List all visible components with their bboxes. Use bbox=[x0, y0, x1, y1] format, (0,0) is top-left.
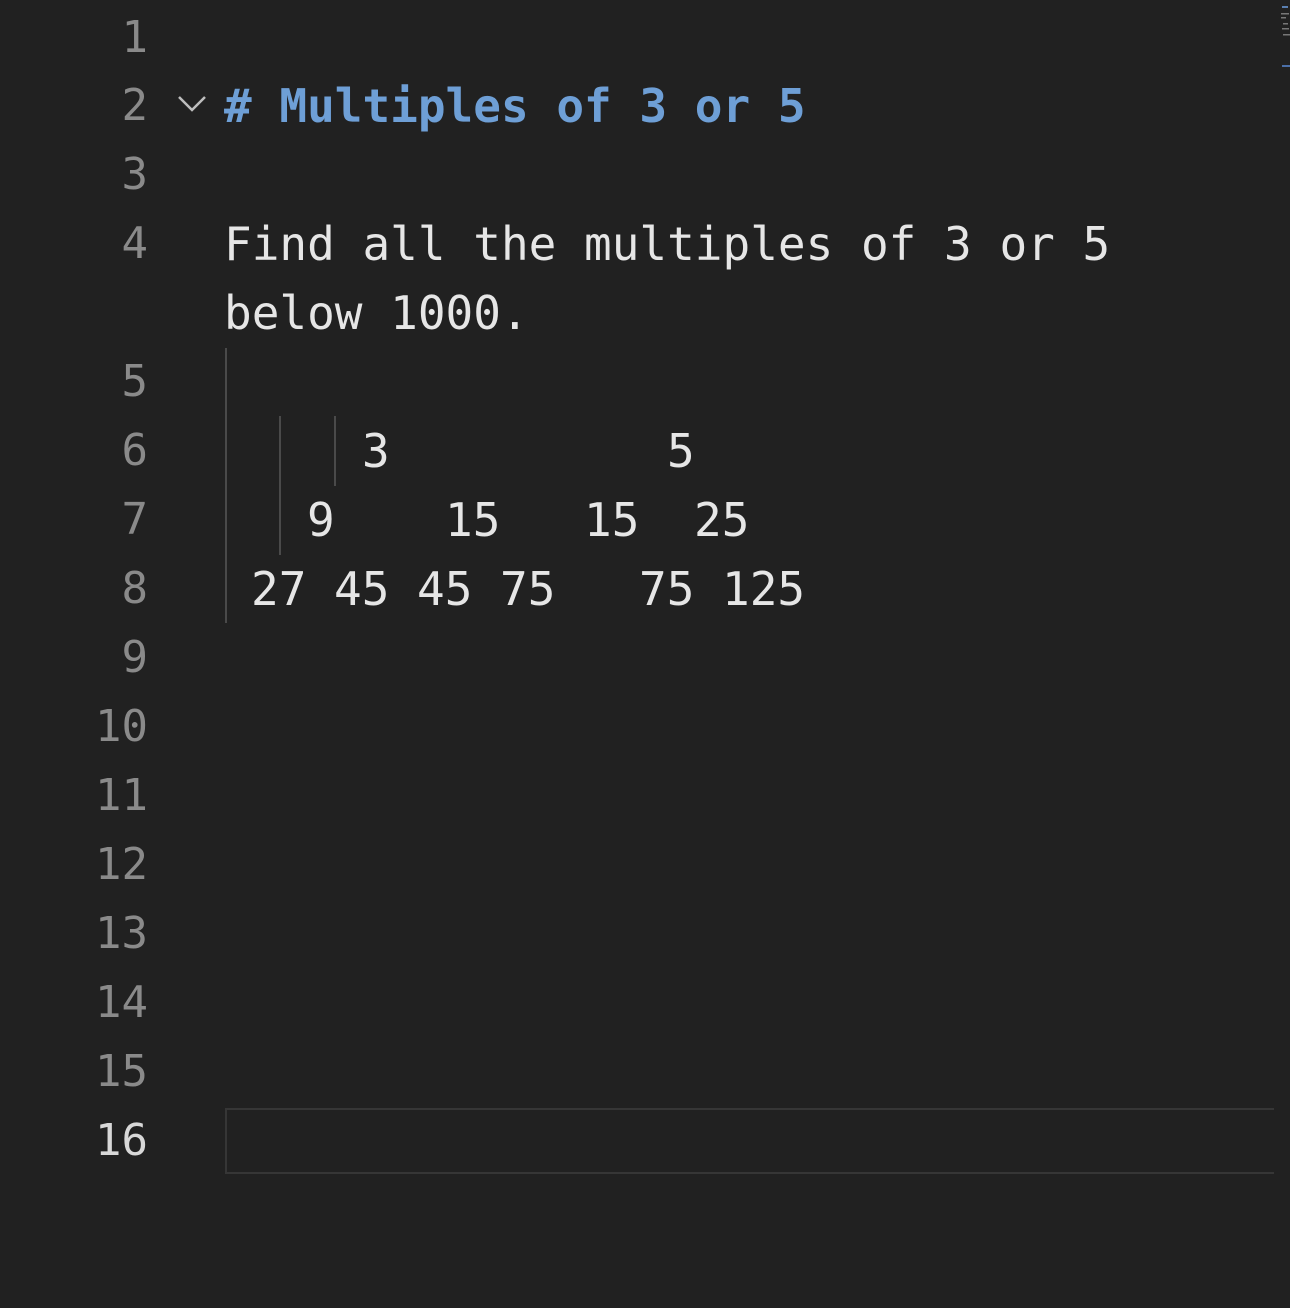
line-number: 11 bbox=[95, 770, 148, 821]
tree-value: 9 bbox=[307, 493, 335, 547]
tree-value: 125 bbox=[722, 562, 806, 616]
paragraph-line-1: Find all the multiples of 3 or 5 bbox=[224, 217, 1111, 271]
tree-value: 45 bbox=[417, 562, 473, 616]
line-number-current: 16 bbox=[95, 1115, 148, 1166]
tree-value: 3 bbox=[362, 424, 390, 478]
tree-value: 25 bbox=[694, 493, 750, 547]
indent-guide bbox=[225, 348, 227, 623]
markdown-heading: # Multiples of 3 or 5 bbox=[224, 79, 806, 133]
tree-value: 15 bbox=[445, 493, 501, 547]
line-number: 15 bbox=[95, 1046, 148, 1097]
line-number: 9 bbox=[121, 632, 149, 683]
line-number: 1 bbox=[121, 12, 149, 63]
tree-value: 27 bbox=[251, 562, 307, 616]
chevron-down-icon[interactable] bbox=[176, 91, 208, 117]
tree-value: 75 bbox=[639, 562, 695, 616]
current-line-highlight[interactable] bbox=[225, 1108, 1274, 1174]
line-number: 14 bbox=[95, 977, 148, 1028]
line-number: 2 bbox=[121, 80, 149, 131]
indent-guide bbox=[279, 416, 281, 555]
tree-value: 75 bbox=[500, 562, 556, 616]
line-number: 5 bbox=[121, 356, 149, 407]
indent-guide bbox=[334, 416, 336, 486]
tree-value: 45 bbox=[334, 562, 390, 616]
tree-value: 5 bbox=[667, 424, 695, 478]
minimap[interactable] bbox=[1281, 4, 1290, 74]
line-number: 10 bbox=[95, 701, 148, 752]
line-number: 6 bbox=[121, 425, 149, 476]
code-editor[interactable]: 1 2 3 4 5 6 7 8 9 10 11 12 13 14 15 16 #… bbox=[0, 0, 1290, 1308]
line-number: 3 bbox=[121, 149, 149, 200]
tree-value: 15 bbox=[584, 493, 640, 547]
line-number: 4 bbox=[121, 218, 149, 269]
line-number: 7 bbox=[121, 494, 149, 545]
paragraph-line-2: below 1000. bbox=[224, 286, 529, 340]
line-number: 12 bbox=[95, 839, 148, 890]
line-number: 13 bbox=[95, 908, 148, 959]
line-number: 8 bbox=[121, 563, 149, 614]
